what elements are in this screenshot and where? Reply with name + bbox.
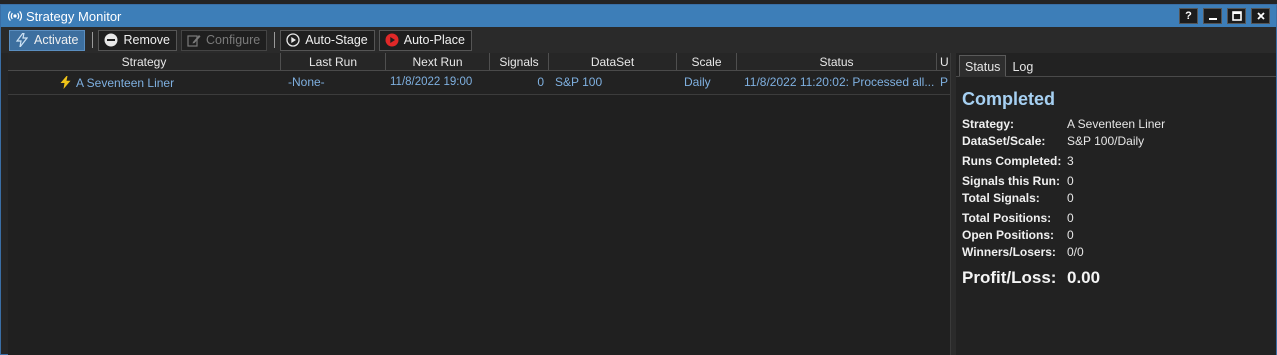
title-bar[interactable]: Strategy Monitor ? <box>1 5 1276 27</box>
column-header-next-run[interactable]: Next Run <box>386 53 490 70</box>
record-play-icon <box>385 33 399 47</box>
cell-u: P <box>940 75 949 89</box>
status-heading: Completed <box>962 89 1056 109</box>
cell-strategy: A Seventeen Liner <box>8 71 281 94</box>
field-label: Total Positions: <box>962 211 1052 225</box>
field-value: 0 <box>1067 211 1074 225</box>
cell-last-run: -None- <box>288 75 325 89</box>
field-value: 3 <box>1067 154 1074 168</box>
table-row[interactable]: A Seventeen Liner -None- 11/8/2022 19:00… <box>8 71 950 95</box>
auto-stage-button[interactable]: Auto-Stage <box>280 29 375 51</box>
edit-icon <box>187 33 201 47</box>
remove-label: Remove <box>123 33 171 47</box>
field-label: Open Positions: <box>962 228 1055 242</box>
cell-scale: Daily <box>684 75 711 89</box>
auto-place-label: Auto-Place <box>403 33 465 47</box>
activate-button[interactable]: Activate <box>9 29 86 51</box>
field-value: 0 <box>1067 174 1074 188</box>
cell-next-run: 11/8/2022 19:00 <box>390 76 473 88</box>
status-body: Completed Strategy: A Seventeen Liner Da… <box>956 77 1276 288</box>
window-title: Strategy Monitor <box>26 8 122 24</box>
toolbar-separator <box>92 32 94 48</box>
field-value: A Seventeen Liner <box>1067 117 1166 131</box>
field-label: DataSet/Scale: <box>962 134 1046 148</box>
minus-circle-icon <box>104 33 118 47</box>
auto-place-button[interactable]: Auto-Place <box>378 29 472 51</box>
details-tabs: Status Log <box>956 53 1276 77</box>
remove-button[interactable]: Remove <box>98 29 178 51</box>
column-header-scale[interactable]: Scale <box>677 53 737 70</box>
field-value: S&P 100/Daily <box>1067 134 1145 148</box>
field-value: 0 <box>1067 228 1074 242</box>
lightning-icon <box>60 76 71 89</box>
activate-label: Activate <box>34 33 79 47</box>
close-button[interactable] <box>1251 8 1270 24</box>
field-runs-completed: Runs Completed: 3 <box>962 154 1276 174</box>
field-winners-losers: Winners/Losers: 0/0 <box>962 245 1276 262</box>
column-header-strategy[interactable]: Strategy <box>8 53 281 70</box>
play-circle-icon <box>286 33 300 47</box>
field-label: Winners/Losers: <box>962 245 1056 259</box>
field-value: 0 <box>1067 191 1074 205</box>
field-value: 0/0 <box>1067 245 1084 259</box>
field-total-signals: Total Signals: 0 <box>962 191 1276 211</box>
field-label: Signals this Run: <box>962 174 1061 188</box>
maximize-button[interactable] <box>1227 8 1246 24</box>
field-signals-this-run: Signals this Run: 0 <box>962 174 1276 191</box>
minimize-button[interactable] <box>1203 8 1222 24</box>
field-open-positions: Open Positions: 0 <box>962 228 1276 245</box>
column-header-u[interactable]: U <box>937 53 950 70</box>
broadcast-icon <box>8 9 22 23</box>
toolbar-separator <box>274 32 276 48</box>
strategy-monitor-window: Strategy Monitor ? Activate Remove Confi… <box>0 4 1277 355</box>
lightning-icon <box>15 33 29 47</box>
configure-label: Configure <box>206 33 261 47</box>
cell-dataset: S&P 100 <box>555 75 603 89</box>
profit-loss-value: 0.00 <box>1067 268 1101 287</box>
profit-loss-label: Profit/Loss: <box>962 268 1057 287</box>
field-label: Runs Completed: <box>962 154 1062 168</box>
tab-status[interactable]: Status <box>959 55 1007 77</box>
toolbar: Activate Remove Configure Auto-Stage Aut… <box>1 27 1276 53</box>
grid-header: Strategy Last Run Next Run Signals DataS… <box>8 53 950 71</box>
configure-button[interactable]: Configure <box>181 29 268 51</box>
details-panel: Status Log Completed Strategy: A Sevente… <box>956 53 1276 355</box>
column-header-signals[interactable]: Signals <box>490 53 549 70</box>
field-label: Total Signals: <box>962 191 1040 205</box>
cell-signals: 0 <box>537 75 544 89</box>
field-strategy: Strategy: A Seventeen Liner <box>962 117 1276 134</box>
help-button[interactable]: ? <box>1179 8 1198 24</box>
column-header-last-run[interactable]: Last Run <box>281 53 386 70</box>
field-total-positions: Total Positions: 0 <box>962 211 1276 228</box>
column-header-dataset[interactable]: DataSet <box>549 53 677 70</box>
column-header-status[interactable]: Status <box>737 53 937 70</box>
profit-loss: Profit/Loss: 0.00 <box>962 268 1276 288</box>
auto-stage-label: Auto-Stage <box>305 33 368 47</box>
field-dataset-scale: DataSet/Scale: S&P 100/Daily <box>962 134 1276 154</box>
tab-log[interactable]: Log <box>1006 55 1039 77</box>
strategy-grid: Strategy Last Run Next Run Signals DataS… <box>8 53 950 355</box>
field-label: Strategy: <box>962 117 1015 131</box>
strategy-name: A Seventeen Liner <box>76 75 175 90</box>
cell-status: 11/8/2022 11:20:02: Processed all... <box>744 75 935 89</box>
